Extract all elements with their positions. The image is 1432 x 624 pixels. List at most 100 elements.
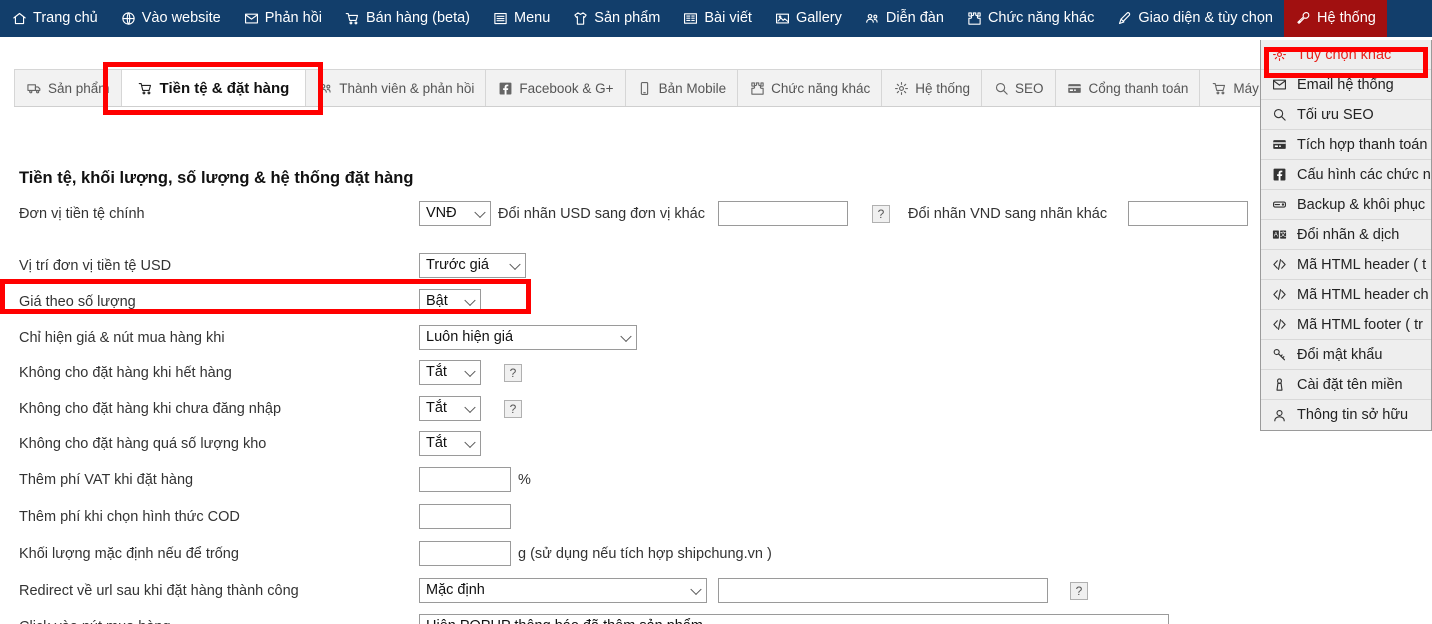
form-row: Click vào nút mua hàng Hiện POPUP thông b… xyxy=(0,608,1258,624)
tab-8[interactable]: SEO xyxy=(981,69,1056,106)
envelope-icon xyxy=(243,10,260,27)
tab-6[interactable]: Chức năng khác xyxy=(737,69,883,106)
help-button[interactable]: ? xyxy=(504,363,522,382)
tab-5[interactable]: Bản Mobile xyxy=(624,69,739,106)
users-icon xyxy=(317,80,333,96)
text-input-11[interactable] xyxy=(718,578,1048,603)
select-5[interactable]: Tắt xyxy=(419,360,481,385)
menu-item-label: Tùy chọn khác xyxy=(1297,46,1392,63)
menu-item-1[interactable]: Tùy chọn khác xyxy=(1261,40,1431,70)
gear-icon xyxy=(893,80,909,96)
code-icon xyxy=(1271,286,1288,303)
select-2[interactable]: Trước giá xyxy=(419,253,526,278)
user-icon xyxy=(1271,407,1288,424)
code-icon xyxy=(1271,316,1288,333)
tab-7[interactable]: Hệ thống xyxy=(881,69,983,106)
help-button[interactable]: ? xyxy=(504,399,522,418)
topnav-item-4[interactable]: Bán hàng (beta) xyxy=(333,0,481,37)
menu-item-6[interactable]: Backup & khôi phục xyxy=(1261,190,1431,220)
topnav-item-9[interactable]: Diễn đàn xyxy=(853,0,955,37)
select-wrapper: Tắt xyxy=(419,360,481,385)
text-input-9[interactable] xyxy=(419,504,511,529)
menu-item-3[interactable]: Tối ưu SEO xyxy=(1261,100,1431,130)
topnav-item-8[interactable]: Gallery xyxy=(763,0,853,37)
menu-item-12[interactable]: Cài đặt tên miền xyxy=(1261,370,1431,400)
topnav-item-5[interactable]: Menu xyxy=(481,0,561,37)
topnav-item-label: Sản phẩm xyxy=(594,10,661,27)
cart-icon xyxy=(1211,80,1227,96)
text-input-1[interactable] xyxy=(718,201,848,226)
select-wrapper: VNĐ xyxy=(419,201,491,226)
secondary-label: Đổi nhãn VND sang nhãn khác xyxy=(908,205,1108,222)
input-suffix-label: g (sử dụng nếu tích hợp shipchung.vn ) xyxy=(518,545,772,562)
tab-label: SEO xyxy=(1015,80,1044,96)
help-button[interactable]: ? xyxy=(1070,581,1088,600)
input-suffix-label: % xyxy=(518,471,531,488)
tab-label: Hệ thống xyxy=(915,80,971,96)
menu-item-11[interactable]: Đổi mật khẩu xyxy=(1261,340,1431,370)
menu-item-2[interactable]: Email hệ thống xyxy=(1261,70,1431,100)
menu-item-4[interactable]: Tích hợp thanh toán xyxy=(1261,130,1431,160)
menu-item-label: Mã HTML footer ( tr xyxy=(1297,316,1423,333)
topnav-item-7[interactable]: Bài viết xyxy=(671,0,763,37)
topnav-item-10[interactable]: Chức năng khác xyxy=(955,0,1105,37)
tab-1[interactable]: Sản phẩm xyxy=(14,69,122,106)
select-suffix-label: Đổi nhãn USD sang đơn vị khác xyxy=(498,205,705,222)
select-3[interactable]: Bật xyxy=(419,289,481,314)
topnav-item-label: Menu xyxy=(514,10,551,27)
menu-item-5[interactable]: Cấu hình các chức n xyxy=(1261,160,1431,190)
settings-tab-strip: Sản phẩm Tiền tệ & đặt hàng Thành viên & p… xyxy=(14,69,1331,107)
select-1[interactable]: VNĐ xyxy=(419,201,491,226)
tab-2[interactable]: Tiền tệ & đặt hàng xyxy=(120,69,307,106)
menu-item-10[interactable]: Mã HTML footer ( tr xyxy=(1261,310,1431,340)
menu-item-9[interactable]: Mã HTML header ch xyxy=(1261,280,1431,310)
text-input-8[interactable] xyxy=(419,467,511,492)
menu-item-8[interactable]: Mã HTML header ( t xyxy=(1261,250,1431,280)
form-row-label: Vị trí đơn vị tiền tệ USD xyxy=(19,257,172,274)
topnav-item-2[interactable]: Vào website xyxy=(109,0,232,37)
tab-label: Facebook & G+ xyxy=(519,80,614,96)
select-wrapper: Luôn hiện giá xyxy=(419,325,637,350)
form-row: Không cho đặt hàng quá số lượng kho Tắt xyxy=(0,425,1258,462)
top-navigation-bar: Trang chủ Vào website Phản hồi Bán hàng (be… xyxy=(0,0,1432,37)
text-input-secondary[interactable] xyxy=(1128,201,1248,226)
tab-9[interactable]: Cổng thanh toán xyxy=(1054,69,1201,106)
topnav-item-label: Bán hàng (beta) xyxy=(366,10,470,27)
tab-4[interactable]: Facebook & G+ xyxy=(485,69,626,106)
text-input-10[interactable] xyxy=(419,541,511,566)
article-icon xyxy=(682,10,699,27)
system-dropdown-menu: Tùy chọn khác Email hệ thống Tối ưu SEO Tíc… xyxy=(1260,40,1432,431)
puzzle-icon xyxy=(749,80,765,96)
topnav-item-6[interactable]: Sản phẩm xyxy=(561,0,671,37)
form-row-label: Không cho đặt hàng quá số lượng kho xyxy=(19,435,267,452)
help-button[interactable]: ? xyxy=(872,204,890,223)
form-row-label: Giá theo số lượng xyxy=(19,293,136,310)
select-11[interactable]: Mặc định xyxy=(419,578,707,603)
shirt-icon xyxy=(572,10,589,27)
form-row: Chỉ hiện giá & nút mua hàng khi Luôn hiện… xyxy=(0,319,1258,356)
topnav-item-3[interactable]: Phản hồi xyxy=(232,0,333,37)
form-row-label: Chỉ hiện giá & nút mua hàng khi xyxy=(19,329,225,346)
brush-icon xyxy=(1116,10,1133,27)
topnav-item-11[interactable]: Giao diện & tùy chọn xyxy=(1105,0,1284,37)
wrench-icon xyxy=(1295,10,1312,27)
form-row: Không cho đặt hàng khi chưa đăng nhập Tắt… xyxy=(0,390,1258,427)
select-6[interactable]: Tắt xyxy=(419,396,481,421)
form-row: Giá theo số lượng Bật xyxy=(0,283,1258,320)
menu-item-13[interactable]: Thông tin sở hữu xyxy=(1261,400,1431,430)
select-4[interactable]: Luôn hiện giá xyxy=(419,325,637,350)
topnav-item-1[interactable]: Trang chủ xyxy=(0,0,109,37)
topnav-item-label: Diễn đàn xyxy=(885,10,944,27)
topnav-item-label: Trang chủ xyxy=(33,10,98,27)
tab-label: Cổng thanh toán xyxy=(1088,80,1189,96)
cart-icon xyxy=(344,10,361,27)
topnav-item-label: Bài viết xyxy=(704,10,752,27)
topnav-item-12[interactable]: Hệ thống xyxy=(1284,0,1387,37)
select-12[interactable]: Hiện POPUP thông báo đã thêm sản phẩm xyxy=(419,614,1169,624)
domain-icon xyxy=(1271,376,1288,393)
tab-3[interactable]: Thành viên & phản hồi xyxy=(305,69,487,106)
code-icon xyxy=(1271,256,1288,273)
select-7[interactable]: Tắt xyxy=(419,431,481,456)
users-icon xyxy=(864,10,881,27)
menu-item-7[interactable]: A 文 Đổi nhãn & dịch xyxy=(1261,220,1431,250)
